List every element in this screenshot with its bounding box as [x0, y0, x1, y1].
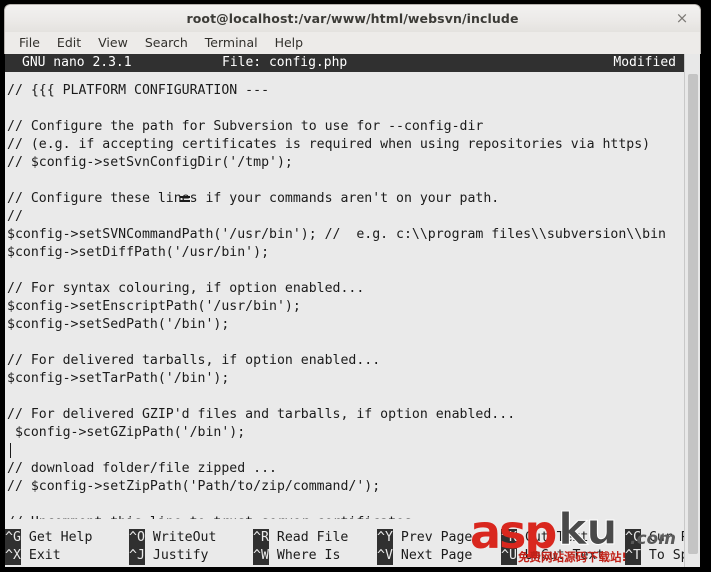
shortcut-key: ^T — [625, 547, 641, 565]
shortcut-prev-page[interactable]: ^Y Prev Page — [377, 529, 501, 547]
shortcut-key: ^R — [253, 529, 269, 547]
menu-item-search[interactable]: Search — [137, 34, 196, 52]
shortcut-read-file[interactable]: ^R Read File — [253, 529, 377, 547]
shortcut-label: Cur Pos — [648, 530, 684, 545]
window-titlebar: root@localhost:/var/www/html/websvn/incl… — [4, 4, 701, 32]
code-line: // {{{ PLATFORM CONFIGURATION --- — [7, 83, 270, 98]
shortcut-key: ^J — [129, 547, 145, 565]
code-line: // Configure these lines if your command… — [7, 191, 500, 206]
menu-item-help[interactable]: Help — [267, 34, 312, 52]
shortcut-to-spell[interactable]: ^T To Spell — [625, 547, 684, 565]
code-line: $config->setEnscriptPath('/usr/bin'); — [7, 299, 301, 314]
shortcut-get-help[interactable]: ^G Get Help — [5, 529, 129, 547]
code-line — [7, 442, 684, 460]
shortcut-label: Prev Page — [400, 530, 473, 545]
shortcut-key: ^V — [377, 547, 393, 565]
menu-item-view[interactable]: View — [90, 34, 136, 52]
text-cursor — [10, 443, 11, 458]
terminal-window: root@localhost:/var/www/html/websvn/incl… — [4, 4, 701, 568]
nano-shortcut-bar: ^G Get Help ^O WriteOut ^R Read File ^Y Prev Pa… — [5, 527, 684, 567]
shortcut-cur-pos[interactable]: ^C Cur Pos — [625, 529, 684, 547]
code-line: // download folder/file zipped ... — [7, 461, 277, 476]
code-line: $config->setDiffPath('/usr/bin'); — [7, 245, 270, 260]
shortcut-key: ^U — [501, 547, 517, 565]
code-line: $config->setGZipPath('/bin'); — [7, 425, 246, 440]
shortcut-label: Read File — [276, 530, 349, 545]
shortcut-uncut-text[interactable]: ^U UnCut Text — [501, 547, 625, 565]
shortcut-label: Cut Text — [524, 530, 589, 545]
code-line: // (e.g. if accepting certificates is re… — [7, 137, 651, 152]
code-line: // For syntax colouring, if option enabl… — [7, 281, 365, 296]
code-line: $config->setTarPath('/bin'); — [7, 371, 230, 386]
window-title: root@localhost:/var/www/html/websvn/incl… — [186, 11, 519, 26]
shortcut-exit[interactable]: ^X Exit — [5, 547, 129, 565]
code-line: // Configure the path for Subversion to … — [7, 119, 484, 134]
scrollbar-thumb[interactable] — [688, 74, 698, 554]
shortcut-key: ^X — [5, 547, 21, 565]
shortcut-label: Justify — [152, 548, 209, 563]
shortcut-next-page[interactable]: ^V Next Page — [377, 547, 501, 565]
shortcut-key: ^G — [5, 529, 21, 547]
menu-item-edit[interactable]: Edit — [49, 34, 89, 52]
shortcut-key: ^K — [501, 529, 517, 547]
code-line: $config->setSedPath('/bin'); — [7, 317, 230, 332]
code-line: // For delivered tarballs, if option ena… — [7, 353, 381, 368]
mouse-pointer-icon — [180, 196, 190, 202]
code-line: // — [7, 209, 23, 224]
terminal-surface[interactable]: GNU nano 2.3.1 File: config.php Modified… — [4, 54, 701, 568]
menu-item-file[interactable]: File — [15, 34, 48, 52]
shortcut-row-secondary: ^X Exit ^J Justify ^W Where Is ^V Next Page ^U Un… — [5, 547, 684, 565]
shortcut-where-is[interactable]: ^W Where Is — [253, 547, 377, 565]
menu-item-terminal[interactable]: Terminal — [197, 34, 266, 52]
shortcut-label: Exit — [28, 548, 61, 563]
shortcut-label: Next Page — [400, 548, 473, 563]
shortcut-label: UnCut Text — [524, 548, 605, 563]
shortcut-writeout[interactable]: ^O WriteOut — [129, 529, 253, 547]
code-line: // Uncomment this line to trust server c… — [7, 514, 684, 519]
shortcut-cut-text[interactable]: ^K Cut Text — [501, 529, 625, 547]
shortcut-key: ^W — [253, 547, 269, 565]
nano-filename: File: config.php — [222, 55, 348, 70]
shortcut-row-primary: ^G Get Help ^O WriteOut ^R Read File ^Y Prev Pa… — [5, 529, 684, 547]
nano-version: GNU nano 2.3.1 — [22, 55, 132, 70]
code-line: // $config->setZipPath('Path/to/zip/comm… — [7, 479, 381, 494]
shortcut-label: Where Is — [276, 548, 341, 563]
shortcut-label: To Spell — [648, 548, 684, 563]
code-line: // $config->setSvnConfigDir('/tmp'); — [7, 155, 293, 170]
shortcut-label: Get Help — [28, 530, 93, 545]
code-line: $config->setSVNCommandPath('/usr/bin'); … — [7, 227, 666, 242]
terminal-scrollbar[interactable] — [684, 54, 700, 567]
terminal-content: GNU nano 2.3.1 File: config.php Modified… — [5, 54, 684, 567]
nano-modified-status: Modified — [613, 55, 676, 70]
nano-editor-area[interactable]: // {{{ PLATFORM CONFIGURATION --- // Conf… — [5, 72, 684, 519]
menubar: File Edit View Search Terminal Help — [4, 32, 701, 54]
shortcut-key: ^O — [129, 529, 145, 547]
shortcut-label: WriteOut — [152, 530, 217, 545]
code-line: // For delivered GZIP'd files and tarbal… — [7, 407, 516, 422]
shortcut-key: ^C — [625, 529, 641, 547]
shortcut-justify[interactable]: ^J Justify — [129, 547, 253, 565]
nano-header-bar: GNU nano 2.3.1 File: config.php Modified — [5, 54, 684, 72]
close-icon[interactable]: × — [672, 8, 692, 28]
shortcut-key: ^Y — [377, 529, 393, 547]
